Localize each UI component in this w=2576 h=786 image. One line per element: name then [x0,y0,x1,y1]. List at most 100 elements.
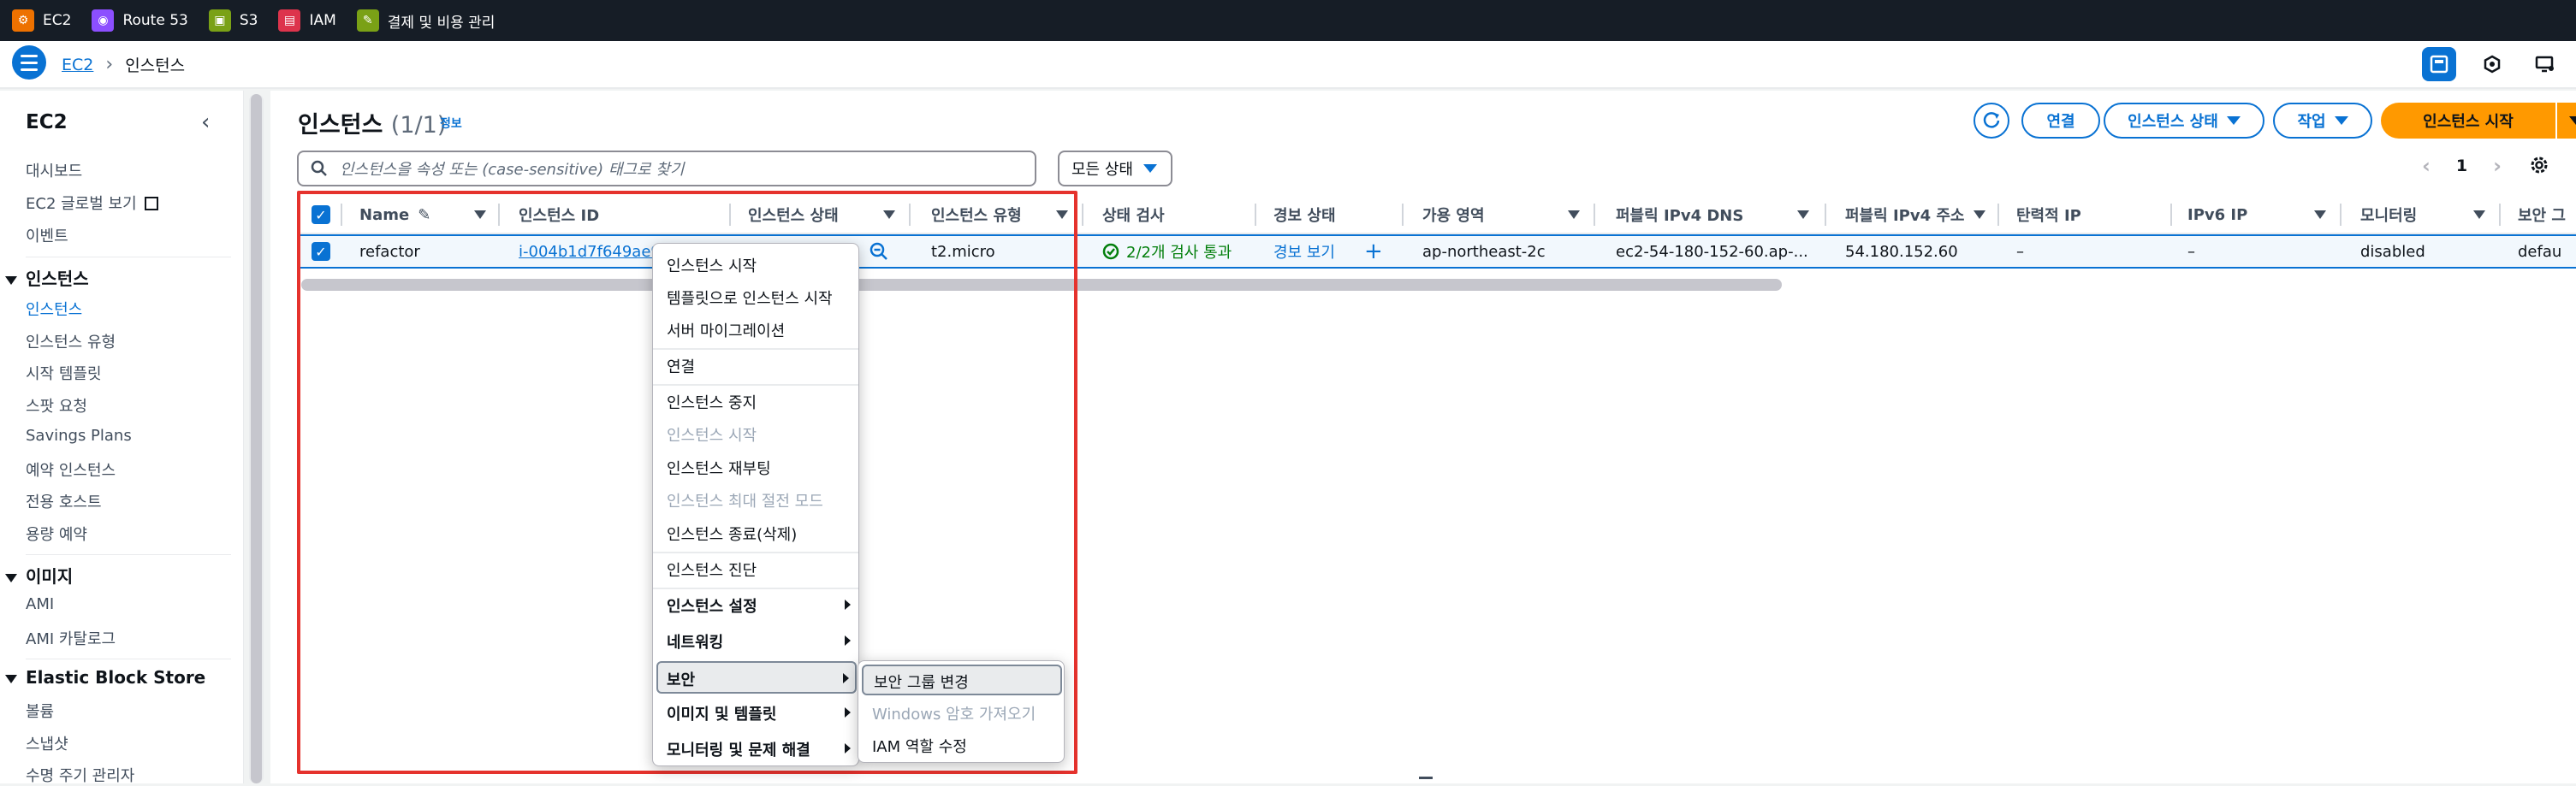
menu-item-instance-settings[interactable]: 인스턴스 설정 [667,594,857,617]
sidebar-item-ami[interactable]: AMI [26,595,54,613]
sidebar-item-savings-plans[interactable]: Savings Plans [26,427,132,445]
menu-item-reboot-instance[interactable]: 인스턴스 재부팅 [667,457,771,479]
add-alarm-icon[interactable]: + [1364,236,1383,267]
refresh-button[interactable] [1974,103,2009,139]
column-resizer[interactable] [1402,204,1404,226]
column-resizer[interactable] [2170,204,2172,226]
menu-item-server-migration[interactable]: 서버 마이그레이션 [667,319,785,341]
menu-item-security[interactable]: 보안 [656,661,857,694]
sort-caret-icon [2314,210,2326,219]
column-header-availability-zone[interactable]: 가용 영역 [1422,197,1485,233]
route53-icon: ◉ [92,9,115,32]
sidebar-item-reserved-instances[interactable]: 예약 인스턴스 [26,458,116,481]
favorite-billing[interactable]: ✎ 결제 및 비용 관리 [356,0,495,41]
info-link[interactable]: 정보 [440,115,462,132]
sidebar-item-launch-templates[interactable]: 시작 템플릿 [26,362,102,384]
sidebar-item-lifecycle-manager[interactable]: 수명 주기 관리자 [26,764,134,786]
sidebar-item-capacity-reservations[interactable]: 용량 예약 [26,523,87,545]
column-header-public-dns[interactable]: 퍼블릭 IPv4 DNS [1616,197,1743,233]
column-resizer[interactable] [1082,204,1083,226]
gear-icon [2531,157,2548,174]
side-navigation-toggle[interactable] [12,45,46,80]
sidebar-item-instances[interactable]: 인스턴스 [26,298,82,320]
column-header-ipv6[interactable]: IPv6 IP [2187,197,2247,233]
sidebar-section-images[interactable]: 이미지 [5,563,73,588]
divider [653,552,858,553]
column-header-status-check[interactable]: 상태 검사 [1102,197,1165,233]
launch-instance-button[interactable]: 인스턴스 시작 [2381,103,2555,139]
menu-item-stop-instance[interactable]: 인스턴스 중지 [667,391,757,413]
menu-item-hibernate-instance: 인스턴스 최대 절전 모드 [667,493,823,511]
sort-ipv4[interactable] [1974,197,1985,233]
cell-status-check: 2/2개 검사 통과 [1102,236,1232,267]
search-input[interactable]: 인스턴스을 속성 또는 (case-sensitive) 태그로 찾기 [297,151,1036,186]
s3-icon: ▣ [208,9,231,32]
info-panel-toggle[interactable] [2422,47,2456,81]
column-resizer[interactable] [1997,204,1999,226]
breadcrumb-ec2-link[interactable]: EC2 [62,56,93,74]
menu-item-launch-instance[interactable]: 인스턴스 시작 [667,254,757,276]
sidebar-section-ebs[interactable]: Elastic Block Store [5,667,205,688]
column-resizer[interactable] [1825,204,1826,226]
sort-dns[interactable] [1797,197,1809,233]
favorite-s3[interactable]: ▣ S3 [208,0,258,41]
sidebar-item-instance-types[interactable]: 인스턴스 유형 [26,330,116,352]
sidebar-section-instances[interactable]: 인스턴스 [5,265,89,290]
button-label: 작업 [2297,113,2326,131]
caret-down-icon [2334,116,2348,125]
column-header-monitoring[interactable]: 모니터링 [2360,197,2417,233]
column-resizer[interactable] [1594,204,1595,226]
actions-button[interactable]: 작업 [2273,103,2372,139]
sidebar-item-snapshots[interactable]: 스냅샷 [26,732,68,754]
sort-monitoring[interactable] [2473,197,2485,233]
next-page-icon[interactable]: › [2493,154,2502,178]
menu-item-change-security-groups[interactable]: 보안 그룹 변경 [862,665,1062,695]
close-sidebar-icon[interactable]: ‹ [201,109,210,135]
hamburger-icon [21,54,38,57]
column-resizer[interactable] [1255,204,1256,226]
instance-state-button[interactable]: 인스턴스 상태 [2104,103,2264,139]
sidebar-item-volumes[interactable]: 볼륨 [26,700,54,722]
previous-page-icon[interactable]: ‹ [2422,154,2431,178]
column-header-public-ipv4[interactable]: 퍼블릭 IPv4 주소 [1845,197,1964,233]
sidebar-item-events[interactable]: 이벤트 [26,224,68,246]
sort-az[interactable] [1568,197,1580,233]
column-header-alarm-status[interactable]: 경보 상태 [1273,197,1336,233]
launch-dropdown-button[interactable] [2557,103,2576,139]
column-resizer[interactable] [2499,204,2501,226]
monitor-gear-icon [2535,56,2554,73]
scrollbar-thumb[interactable] [251,94,262,783]
sidebar-item-dashboard[interactable]: 대시보드 [26,159,82,181]
sidebar-item-ami-catalog[interactable]: AMI 카탈로그 [26,627,116,649]
menu-item-diagnose-instance[interactable]: 인스턴스 진단 [667,558,757,581]
view-alarms-link[interactable]: 경보 보기 [1273,236,1335,267]
sort-ipv6[interactable] [2314,197,2326,233]
menu-item-monitoring-troubleshoot[interactable]: 모니터링 및 문제 해결 [667,738,857,760]
favorite-iam[interactable]: ▤ IAM [278,0,336,41]
select-value: 모든 상태 [1071,161,1133,179]
sidebar-item-global-view[interactable]: EC2 글로벌 보기 [26,192,159,214]
favorite-ec2[interactable]: ⚙ EC2 [12,0,71,41]
menu-item-networking[interactable]: 네트워킹 [667,630,857,653]
menu-item-terminate-instance[interactable]: 인스턴스 종료(삭제) [667,523,797,545]
menu-item-modify-iam-role[interactable]: IAM 역할 수정 [872,735,967,757]
menu-item-connect[interactable]: 연결 [667,355,695,377]
column-header-security-group[interactable]: 보안 그 [2518,197,2569,233]
split-panel-handle[interactable] [1419,777,1433,779]
sidebar-scrollbar[interactable] [249,94,264,783]
sidebar-item-spot-requests[interactable]: 스팟 요청 [26,394,87,417]
state-filter-select[interactable]: 모든 상태 [1058,151,1172,186]
current-page[interactable]: 1 [2456,157,2467,175]
notifications-toggle[interactable] [2528,47,2562,81]
table-preferences-button[interactable] [2528,154,2550,180]
sidebar-item-dedicated-hosts[interactable]: 전용 호스트 [26,490,102,512]
settings-toggle[interactable] [2475,47,2509,81]
favorite-route53[interactable]: ◉ Route 53 [92,0,188,41]
connect-button[interactable]: 연결 [2021,103,2100,139]
sidebar-item-label: EC2 글로벌 보기 [26,195,137,213]
column-header-elastic-ip[interactable]: 탄력적 IP [2016,197,2081,233]
breadcrumb-bar [0,41,2576,89]
column-resizer[interactable] [2340,204,2342,226]
menu-item-image-templates[interactable]: 이미지 및 템플릿 [667,702,857,724]
menu-item-launch-from-template[interactable]: 템플릿으로 인스턴스 시작 [667,287,833,309]
